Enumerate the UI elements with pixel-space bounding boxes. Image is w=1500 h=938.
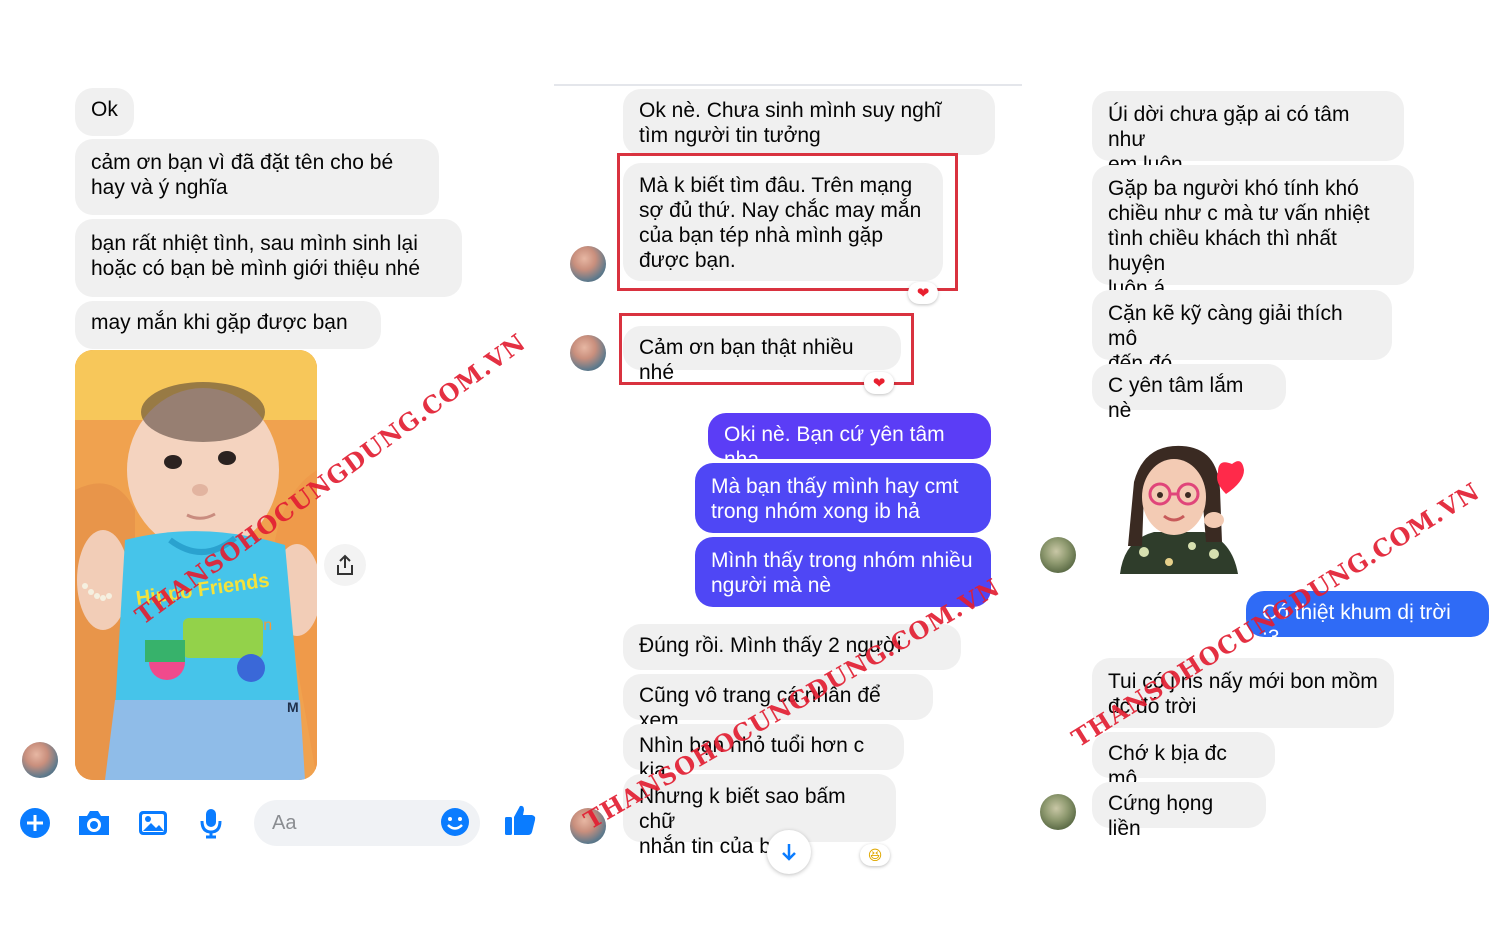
message-received: Cứng họng liền: [1092, 782, 1266, 840]
arrow-down-icon: [782, 844, 796, 861]
camera-button[interactable]: [76, 806, 112, 840]
message-received: Ok: [75, 88, 134, 136]
gallery-button[interactable]: [136, 806, 170, 840]
plus-button[interactable]: [18, 806, 52, 840]
message-received: bạn rất nhiệt tình, sau mình sinh lại ho…: [75, 219, 462, 297]
avatar[interactable]: [1040, 794, 1076, 830]
message-received: Úi dời chưa gặp ai có tâm như em luôn: [1092, 91, 1404, 176]
share-icon: [337, 554, 353, 575]
avatar[interactable]: [1040, 537, 1076, 573]
message-sent: Mà bạn thấy mình hay cmt trong nhóm xong…: [695, 463, 991, 533]
share-button[interactable]: [324, 544, 366, 586]
middle-chat-panel: Ok nè. Chưa sinh mình suy nghĩ tìm người…: [550, 0, 1030, 938]
left-chat-panel: Ok cảm ơn bạn vì đã đặt tên cho bé hay v…: [0, 0, 550, 938]
like-button[interactable]: [502, 802, 538, 838]
message-received: Cặn kẽ kỹ càng giải thích mô đến đó: [1092, 290, 1392, 375]
message-received: Gặp ba người khó tính khó chiều như c mà…: [1092, 165, 1414, 300]
message-sent: Oki nè. Bạn cứ yên tâm nha: [708, 413, 991, 471]
message-received: may mắn khi gặp được bạn: [75, 301, 381, 349]
mic-icon: [200, 809, 222, 839]
voice-button[interactable]: [196, 806, 226, 840]
heart-reaction[interactable]: ❤: [864, 372, 894, 394]
plus-icon: [20, 808, 50, 838]
message-received: Ok nè. Chưa sinh mình suy nghĩ tìm người…: [623, 89, 995, 155]
avatar-sticker[interactable]: [1114, 442, 1244, 574]
laugh-reaction[interactable]: 😆: [860, 844, 890, 866]
camera-icon: [79, 811, 109, 835]
heart-reaction[interactable]: ❤: [908, 282, 938, 304]
highlight-box: [617, 153, 958, 291]
emoji-button[interactable]: [439, 806, 471, 838]
image-icon: [139, 811, 167, 835]
thumbs-up-icon: [505, 805, 536, 835]
message-received: C yên tâm lắm nè: [1092, 364, 1286, 422]
message-received: Chớ k bịa đc mô: [1092, 732, 1275, 790]
avatar[interactable]: [22, 742, 58, 778]
scroll-down-button[interactable]: [767, 830, 811, 874]
shorts-print-text: M: [287, 699, 299, 715]
message-received: cảm ơn bạn vì đã đặt tên cho bé hay và ý…: [75, 139, 439, 215]
right-chat-panel: Úi dời chưa gặp ai có tâm như em luôn Gặ…: [1030, 0, 1500, 938]
message-input-placeholder: Aa: [272, 812, 297, 834]
emoji-icon: [441, 808, 469, 836]
avatar[interactable]: [570, 246, 606, 282]
avatar[interactable]: [570, 335, 606, 371]
divider: [554, 84, 1022, 86]
